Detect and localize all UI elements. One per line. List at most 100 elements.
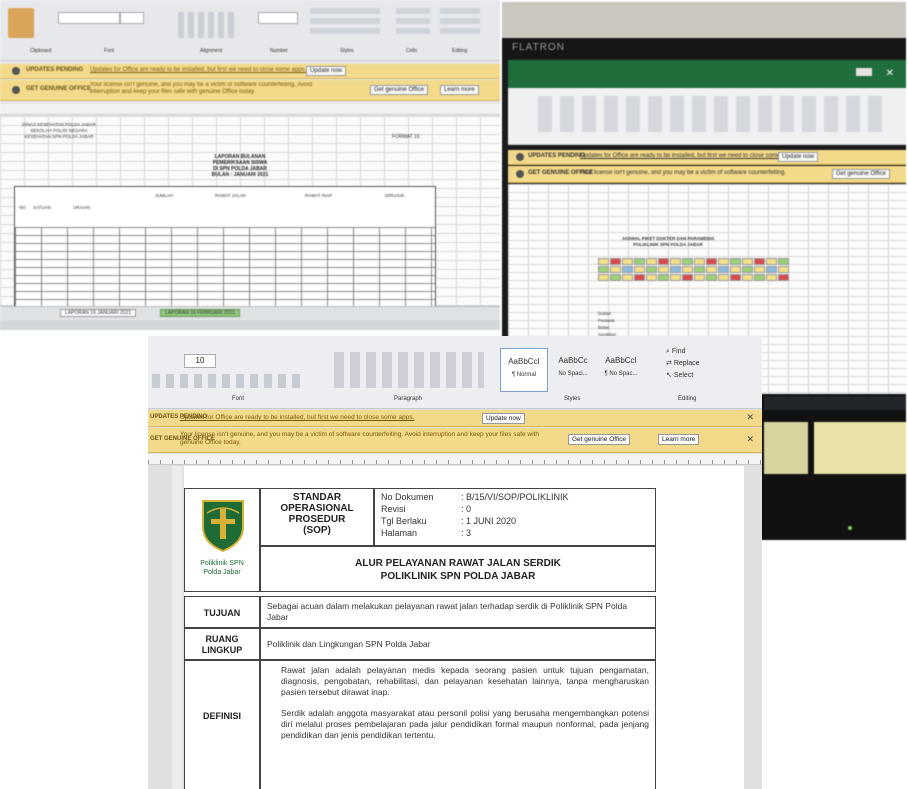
- sticky-note: [764, 422, 808, 474]
- update-now-button[interactable]: Update now: [306, 66, 347, 76]
- horizontal-ruler[interactable]: [148, 454, 762, 465]
- column-header: JUMLAH: [155, 193, 174, 198]
- style-no-spacing-2[interactable]: AaBbCcI ¶ No Spac...: [598, 348, 644, 390]
- schedule-cell: [754, 258, 765, 265]
- sheet-tab-active[interactable]: LAPORAN 16 FEBRUARI 2021: [160, 309, 241, 317]
- ribbon-buttons[interactable]: [538, 96, 888, 132]
- definisi-text-cell: Rawat jalan adalah pelayanan medis kepad…: [260, 660, 656, 789]
- paragraph-buttons[interactable]: [334, 352, 484, 388]
- excel-ribbon-right: [508, 88, 906, 145]
- info-icon: [12, 67, 20, 75]
- schedule-cell: [598, 266, 609, 273]
- group-label: Font: [104, 48, 115, 54]
- cursor-icon: ↖: [666, 372, 674, 379]
- update-now-button[interactable]: Update now: [482, 413, 525, 424]
- sheet-tab[interactable]: LAPORAN 16 JANUARI 2021: [60, 309, 137, 317]
- schedule-cell: [718, 266, 729, 273]
- number-format-box[interactable]: [258, 12, 298, 24]
- logo-caption: Poliklinik SPN: [200, 560, 244, 567]
- formula-bar[interactable]: [0, 104, 500, 115]
- schedule-title: JADWAL PIKET DOKTER DAN PARAMEDIS POLIKL…: [578, 236, 758, 248]
- learn-more-button[interactable]: Learn more: [440, 85, 479, 95]
- get-genuine-office-button[interactable]: Get genuine Office: [832, 169, 890, 179]
- schedule-cell: [706, 258, 717, 265]
- column-header: URAIAN: [73, 205, 91, 210]
- column-header: RAWAT JALAN: [215, 193, 246, 198]
- bar-text: Your license isn't genuine, and you may …: [580, 170, 787, 176]
- font-size-box[interactable]: [120, 12, 144, 24]
- doc-type-line: (SOP): [303, 525, 331, 536]
- group-label: Editing: [678, 396, 697, 402]
- document-page[interactable]: Poliklinik SPN Polda Jabar STANDAR OPERA…: [184, 466, 744, 789]
- window-control-box[interactable]: [856, 68, 872, 76]
- monitor-brand-logo: FLATRON: [512, 42, 565, 53]
- style-no-spacing[interactable]: AaBbCc No Spaci...: [550, 348, 596, 390]
- info-icon: [516, 153, 524, 161]
- select-button[interactable]: ↖ Select: [666, 370, 700, 382]
- replace-button[interactable]: ⇄ Replace: [666, 358, 700, 370]
- group-label: Paragraph: [394, 396, 423, 402]
- schedule-cell: [658, 258, 669, 265]
- get-genuine-office-button[interactable]: Get genuine Office: [568, 434, 631, 445]
- schedule-cell: [634, 266, 645, 273]
- vertical-ruler[interactable]: [172, 466, 182, 789]
- doc-type-line: OPERASIONAL: [280, 503, 354, 514]
- tujuan-label-cell: TUJUAN: [184, 596, 260, 628]
- group-label: Number: [270, 48, 288, 54]
- meta-label: No Dokumen: [381, 492, 434, 502]
- group-label: Styles: [564, 396, 581, 402]
- select-label: Select: [673, 372, 694, 379]
- schedule-cell: [670, 258, 681, 265]
- get-genuine-office-button[interactable]: Get genuine Office: [370, 85, 428, 95]
- doc-type-line: PROSEDUR: [288, 514, 346, 525]
- group-label: Editing: [452, 48, 468, 54]
- police-clinic-logo-icon: [202, 500, 244, 553]
- font-name-box[interactable]: [58, 12, 120, 24]
- style-normal[interactable]: AaBbCcI ¶ Normal: [500, 348, 548, 392]
- font-format-buttons[interactable]: [152, 374, 302, 388]
- replace-label: Replace: [673, 360, 700, 367]
- schedule-cell: [610, 266, 621, 273]
- schedule-cell: [598, 274, 609, 281]
- cells-buttons[interactable]: [396, 8, 430, 38]
- bar-text[interactable]: Updates for Office are ready to be insta…: [90, 67, 306, 73]
- column-header: SATUAN: [33, 205, 51, 210]
- sticky-note: [814, 422, 906, 474]
- schedule-cell: [730, 266, 741, 273]
- genuine-office-bar: GET GENUINE OFFICE Your license isn't ge…: [0, 80, 500, 101]
- learn-more-button[interactable]: Learn more: [658, 434, 700, 445]
- close-icon[interactable]: ✕: [746, 434, 754, 445]
- schedule-cell: [634, 258, 645, 265]
- bar-text[interactable]: Updates for Office are ready to be insta…: [580, 153, 796, 159]
- tujuan-text-cell: Sebagai acuan dalam melakukan pelayanan …: [260, 596, 656, 628]
- style-name: No Spaci...: [558, 371, 588, 377]
- clipboard-icon: [8, 8, 34, 38]
- close-icon[interactable]: ✕: [746, 412, 754, 423]
- power-led-icon: [848, 526, 852, 530]
- meta-value: : 1 JUNI 2020: [461, 516, 517, 526]
- genuine-office-bar-word: GET GENUINE OFFICE Your license isn't ge…: [148, 428, 762, 453]
- word-ribbon: 10 AaBbCcI ¶ Normal AaBbCc No Spaci... A…: [148, 336, 762, 409]
- bar-text[interactable]: Updates for Office are ready to be insta…: [180, 414, 414, 421]
- meta-value: : 3: [461, 528, 472, 538]
- meta-value: : 0: [461, 504, 472, 514]
- find-button[interactable]: ⌕ Find: [666, 346, 700, 358]
- styles-buttons[interactable]: [310, 8, 380, 38]
- bar-label: GET GENUINE OFFICE: [26, 86, 92, 92]
- legend-item: Bidan: [598, 325, 610, 330]
- ribbon-group-labels: Clipboard Font Alignment Number Styles C…: [0, 48, 500, 58]
- schedule-cell: [730, 274, 741, 281]
- align-buttons[interactable]: [178, 12, 238, 38]
- update-now-button[interactable]: Update now: [778, 152, 819, 162]
- schedule-cell: [694, 258, 705, 265]
- style-name: ¶ No Spac...: [604, 371, 638, 377]
- style-sample: AaBbCc: [558, 356, 588, 365]
- meta-row: No Dokumen: B/15/VI/SOP/POLIKLINIK: [381, 491, 649, 503]
- logo-caption: Polda Jabar: [203, 569, 241, 576]
- schedule-cell: [742, 274, 753, 281]
- title-line: POLIKLINIK SPN POLDA JABAR: [633, 242, 703, 247]
- font-size-box[interactable]: 10: [184, 354, 216, 368]
- group-label: Cells: [406, 48, 418, 54]
- editing-buttons[interactable]: [440, 8, 480, 38]
- close-icon[interactable]: ✕: [886, 68, 894, 79]
